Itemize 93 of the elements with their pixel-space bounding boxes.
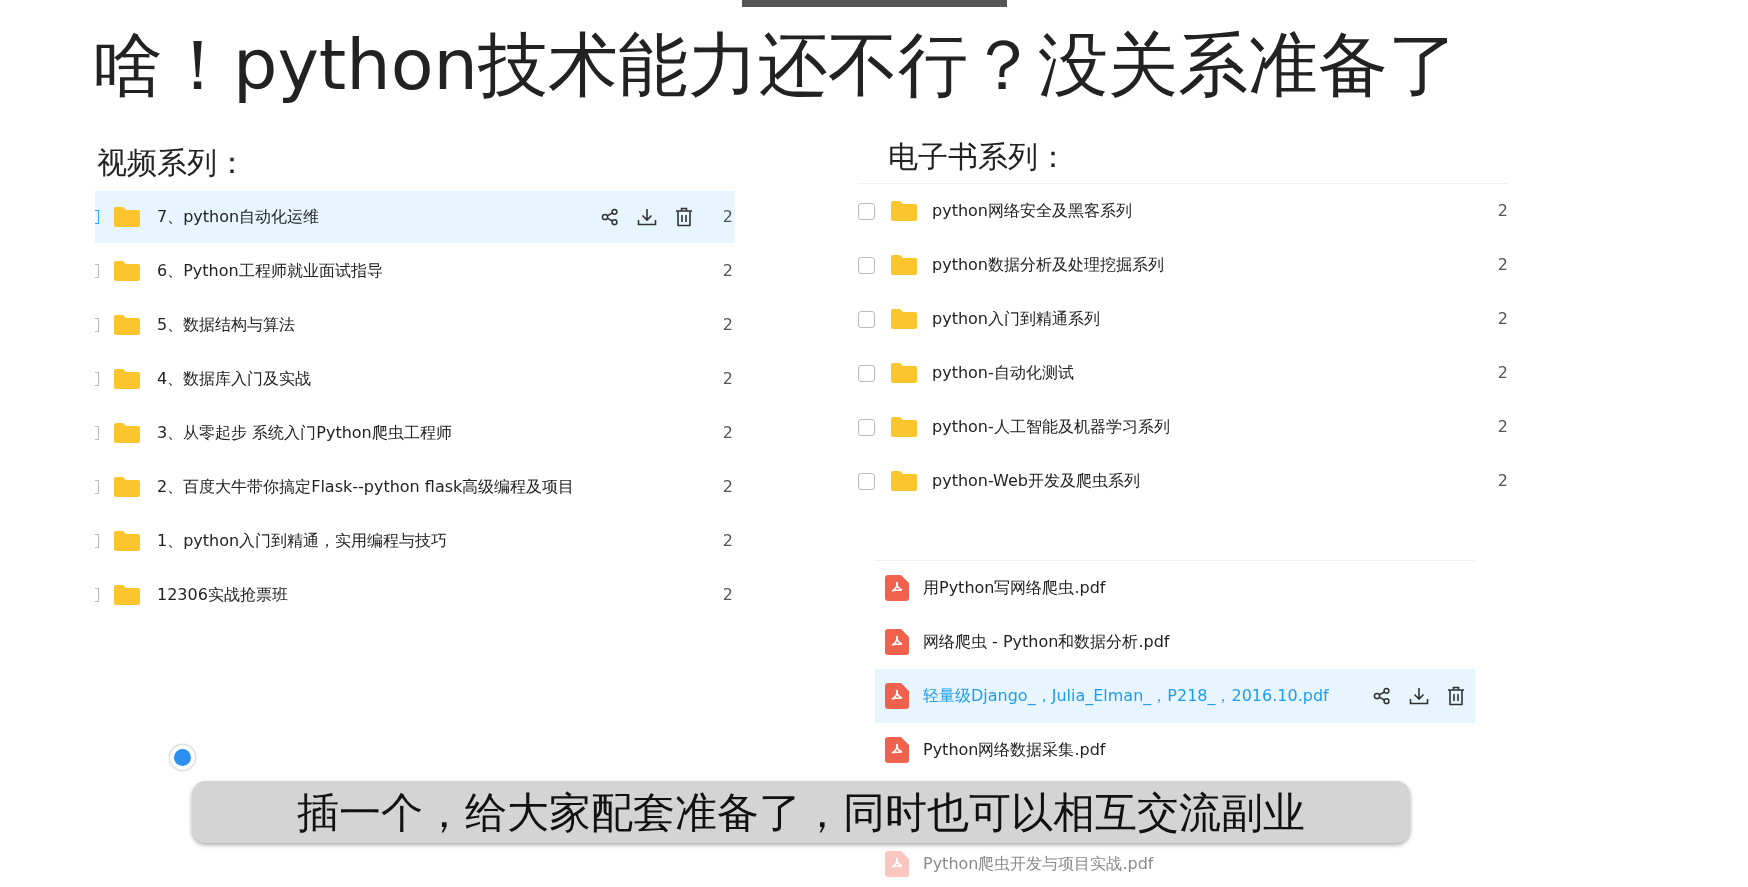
pdf-file-icon	[885, 851, 909, 877]
folder-row[interactable]: 12306实战抢票班 2	[95, 569, 735, 621]
checkbox[interactable]	[95, 318, 99, 332]
slide-title: 啥！python技术能力还不行？没关系准备了	[93, 25, 1459, 105]
folder-name: python-自动化测试	[932, 362, 1074, 384]
pdf-file-icon	[885, 683, 909, 709]
folder-row[interactable]: 5、数据结构与算法 2	[95, 299, 735, 351]
file-name: Python爬虫开发与项目实战.pdf	[923, 853, 1154, 875]
folder-row[interactable]: python数据分析及处理挖掘系列 2	[858, 238, 1508, 292]
folder-row[interactable]: 6、Python工程师就业面试指导 2	[95, 245, 735, 297]
folder-name: 2、百度大牛带你搞定Flask--python flask高级编程及项目	[157, 476, 575, 498]
size-text: 2	[1497, 362, 1508, 384]
share-icon[interactable]	[1373, 687, 1391, 705]
folder-row[interactable]: python-人工智能及机器学习系列 2	[858, 400, 1508, 454]
folder-name: 7、python自动化运维	[157, 206, 320, 228]
pdf-file-icon	[885, 575, 909, 601]
folder-name: python网络安全及黑客系列	[932, 200, 1132, 222]
folder-icon	[113, 206, 141, 228]
checkbox[interactable]	[858, 364, 875, 382]
pdf-file-row[interactable]: 网络爬虫 - Python和数据分析.pdf	[875, 615, 1475, 669]
size-text: 2	[722, 584, 733, 606]
download-icon[interactable]	[636, 208, 657, 226]
folder-row[interactable]: python网络安全及黑客系列 2	[858, 184, 1508, 238]
file-name: 轻量级Django_，Julia_Elman_，P218_，2016.10.pdf	[923, 685, 1329, 707]
trash-icon[interactable]	[1447, 686, 1465, 706]
file-name: 网络爬虫 - Python和数据分析.pdf	[923, 631, 1170, 653]
checkbox[interactable]	[858, 310, 875, 328]
folder-row[interactable]: python-自动化测试 2	[858, 346, 1508, 400]
size-text: 2	[722, 314, 733, 336]
folder-row[interactable]: python-Web开发及爬虫系列 2	[858, 454, 1508, 508]
folder-icon	[113, 260, 141, 282]
size-text: 2	[722, 422, 733, 444]
checkbox[interactable]	[858, 202, 875, 220]
subtitle-text: 插一个，给大家配套准备了，同时也可以相互交流副业	[297, 786, 1305, 839]
folder-icon	[890, 470, 918, 492]
checkbox[interactable]	[95, 264, 99, 278]
checkbox[interactable]	[858, 256, 875, 274]
folder-name: python入门到精通系列	[932, 308, 1100, 330]
download-icon[interactable]	[1409, 687, 1429, 705]
pdf-file-icon	[885, 737, 909, 763]
pdf-file-row[interactable]: Python网络数据采集.pdf	[875, 723, 1475, 777]
trash-icon[interactable]	[674, 207, 693, 227]
folder-icon	[113, 476, 141, 498]
folder-icon	[890, 362, 918, 384]
checkbox[interactable]	[858, 472, 875, 490]
checkbox[interactable]	[95, 588, 99, 602]
checkbox[interactable]	[95, 480, 99, 494]
section-heading: 视频系列：	[97, 144, 248, 182]
folder-row[interactable]: 2、百度大牛带你搞定Flask--python flask高级编程及项目 2	[95, 461, 735, 513]
size-text: 2	[722, 368, 733, 390]
folder-row[interactable]: 1、python入门到精通，实用编程与技巧 2	[95, 515, 735, 567]
size-text: 2	[722, 530, 733, 552]
section-heading: 电子书系列：	[888, 138, 1069, 176]
size-text: 2	[1497, 200, 1508, 222]
folder-icon	[890, 254, 918, 276]
size-text: 2	[1497, 416, 1508, 438]
folder-icon	[890, 416, 918, 438]
folder-row[interactable]: 7、python自动化运维 2	[95, 191, 735, 243]
pdf-file-icon	[885, 629, 909, 655]
folder-name: 4、数据库入门及实战	[157, 368, 312, 390]
folder-icon	[113, 422, 141, 444]
folder-name: 3、从零起步 系统入门Python爬虫工程师	[157, 422, 452, 444]
folder-name: python数据分析及处理挖掘系列	[932, 254, 1164, 276]
checkbox[interactable]	[95, 534, 99, 548]
checkbox[interactable]	[95, 426, 99, 440]
folder-name: python-人工智能及机器学习系列	[932, 416, 1170, 438]
folder-icon	[113, 368, 141, 390]
folder-row[interactable]: python入门到精通系列 2	[858, 292, 1508, 346]
file-name: 用Python写网络爬虫.pdf	[923, 577, 1106, 599]
size-text: 2	[1497, 308, 1508, 330]
folder-row[interactable]: 3、从零起步 系统入门Python爬虫工程师 2	[95, 407, 735, 459]
folder-icon	[890, 200, 918, 222]
checkbox[interactable]	[858, 418, 875, 436]
folder-icon	[890, 308, 918, 330]
folder-name: 6、Python工程师就业面试指导	[157, 260, 383, 282]
checkbox[interactable]	[95, 210, 99, 224]
checkbox[interactable]	[95, 372, 99, 386]
folder-name: 1、python入门到精通，实用编程与技巧	[157, 530, 448, 552]
size-text: 2	[722, 206, 733, 228]
folder-icon	[113, 314, 141, 336]
folder-icon	[113, 584, 141, 606]
file-name: Python网络数据采集.pdf	[923, 739, 1106, 761]
folder-name: 12306实战抢票班	[157, 584, 288, 606]
folder-icon	[113, 530, 141, 552]
folder-name: 5、数据结构与算法	[157, 314, 296, 336]
size-text: 2	[1497, 470, 1508, 492]
size-text: 2	[722, 476, 733, 498]
pdf-file-row[interactable]: 用Python写网络爬虫.pdf	[875, 561, 1475, 615]
share-icon[interactable]	[600, 208, 619, 226]
folder-row[interactable]: 4、数据库入门及实战 2	[95, 353, 735, 405]
folder-name: python-Web开发及爬虫系列	[932, 470, 1140, 492]
size-text: 2	[722, 260, 733, 282]
size-text: 2	[1497, 254, 1508, 276]
